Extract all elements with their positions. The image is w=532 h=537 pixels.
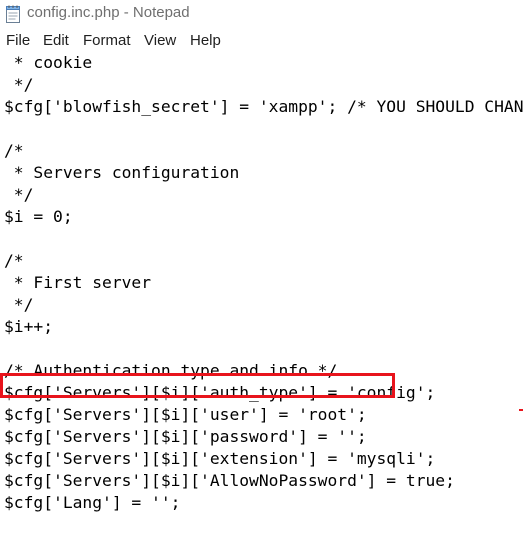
menu-view[interactable]: View	[144, 32, 176, 49]
code-line-12: */	[4, 295, 34, 314]
code-line-8: $i = 0;	[4, 207, 73, 226]
code-line-18-password: $cfg['Servers'][$i]['password'] = '';	[4, 427, 367, 446]
code-line-3: $cfg['blowfish_secret'] = 'xampp'; /* YO…	[4, 97, 524, 116]
menu-help[interactable]: Help	[190, 32, 221, 49]
window-title: config.inc.php - Notepad	[27, 4, 190, 21]
code-line-16: $cfg['Servers'][$i]['auth_type'] = 'conf…	[4, 383, 436, 402]
notepad-window: config.inc.php - Notepad File Edit Forma…	[0, 0, 532, 537]
title-bar[interactable]: config.inc.php - Notepad	[0, 0, 532, 28]
menu-file[interactable]: File	[6, 32, 30, 49]
code-line-7: */	[4, 185, 34, 204]
text-editor-area[interactable]: * cookie */ $cfg['blowfish_secret'] = 'x…	[0, 52, 532, 537]
code-line-13: $i++;	[4, 317, 54, 336]
notepad-icon	[6, 5, 20, 23]
code-line-21: $cfg['Lang'] = '';	[4, 493, 181, 512]
code-line-19: $cfg['Servers'][$i]['extension'] = 'mysq…	[4, 449, 436, 468]
menu-edit[interactable]: Edit	[43, 32, 69, 49]
annotation-mark	[519, 409, 523, 411]
code-line-6: * Servers configuration	[4, 163, 240, 182]
code-line-20: $cfg['Servers'][$i]['AllowNoPassword'] =…	[4, 471, 455, 490]
menu-bar: File Edit Format View Help	[0, 29, 532, 51]
code-line-15: /* Authentication type and info */	[4, 361, 338, 380]
menu-format[interactable]: Format	[83, 32, 131, 49]
code-line-1: * cookie	[4, 53, 93, 72]
code-line-11: * First server	[4, 273, 152, 292]
code-line-10: /*	[4, 251, 24, 270]
code-line-2: */	[4, 75, 34, 94]
code-line-5: /*	[4, 141, 24, 160]
code-line-17: $cfg['Servers'][$i]['user'] = 'root';	[4, 405, 367, 424]
